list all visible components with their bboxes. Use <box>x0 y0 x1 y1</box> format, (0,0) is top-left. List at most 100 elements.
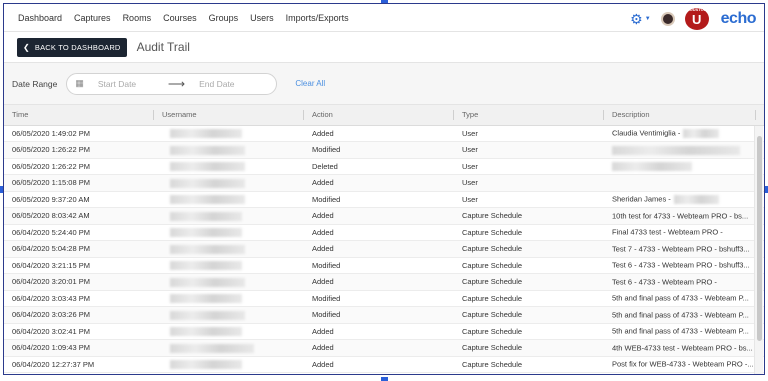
nav-captures[interactable]: Captures <box>74 13 111 23</box>
page-title: Audit Trail <box>136 40 190 54</box>
redacted-username <box>170 327 242 336</box>
cell-description <box>604 158 764 175</box>
column-header-username[interactable]: Username <box>154 105 304 126</box>
university-logo-letter: U <box>691 11 702 27</box>
back-to-dashboard-label: BACK TO DASHBOARD <box>34 42 121 52</box>
description-text: Test 6 - 4733 - Webteam PRO - bshuff3... <box>612 261 750 270</box>
description-text: 5th and final pass of 4733 - Webteam P..… <box>612 327 749 336</box>
cell-type: Capture Schedule <box>454 273 604 291</box>
column-header-description-label: Description <box>612 110 650 120</box>
table-row[interactable]: 06/05/2020 8:03:42 AM Added Capture Schedu… <box>4 207 764 225</box>
cell-time: 06/05/2020 1:26:22 PM <box>4 141 154 159</box>
nav-groups[interactable]: Groups <box>209 13 239 23</box>
table-row[interactable]: 06/04/2020 3:03:26 PM Modified Capture Sch… <box>4 306 764 324</box>
description-text: 5th and final pass of 4733 - Webteam P..… <box>612 294 749 303</box>
cell-action: Added <box>304 207 454 225</box>
table-row[interactable]: 06/04/2020 5:24:40 PM Added Capture Schedu… <box>4 224 764 241</box>
chevron-down-icon[interactable]: ▼ <box>645 16 651 22</box>
cell-description: Test 6 - 4733 - Webteam PRO - bshuff3... <box>604 257 764 274</box>
redacted-username <box>170 195 245 204</box>
cell-description: Post fix for WEB-4733 - Webteam PRO -... <box>604 356 764 373</box>
nav-courses[interactable]: Courses <box>163 13 197 23</box>
description-text: 10th test for 4733 - Webteam PRO - bs... <box>612 211 749 221</box>
cell-time: 06/04/2020 3:20:01 PM <box>4 273 154 291</box>
cell-type: User <box>454 141 604 159</box>
redacted-username <box>170 178 245 188</box>
nav-rooms[interactable]: Rooms <box>123 13 152 23</box>
echo-logo[interactable]: echo <box>721 10 757 28</box>
date-range-picker[interactable]: ▦ Start Date ⟶ End Date <box>66 72 278 95</box>
cell-time: 06/05/2020 1:26:22 PM <box>4 158 154 175</box>
scrollbar-thumb[interactable] <box>757 136 762 341</box>
description-text: Final 4733 test - Webteam PRO - <box>612 228 723 237</box>
cell-username <box>154 290 304 307</box>
redacted-username <box>170 310 245 320</box>
cell-username <box>154 339 304 357</box>
column-header-type[interactable]: Type <box>454 105 604 126</box>
cell-action: Modified <box>304 141 454 159</box>
table-row[interactable]: 06/04/2020 3:03:43 PM Modified Capture Sch… <box>4 290 764 307</box>
table-row[interactable]: 06/04/2020 1:09:43 PM Added Capture Schedu… <box>4 339 764 357</box>
cell-type: Capture Schedule <box>454 240 604 258</box>
cell-action: Modified <box>304 290 454 307</box>
avatar[interactable] <box>660 12 675 26</box>
description-text: Post fix for WEB-4733 - Webteam PRO -... <box>612 360 754 369</box>
cell-description: 5th and final pass of 4733 - Webteam P..… <box>604 290 764 307</box>
table-row[interactable]: 06/04/2020 5:04:28 PM Added Capture Schedu… <box>4 240 764 258</box>
redacted-username <box>170 145 245 155</box>
start-date-input[interactable]: Start Date <box>98 79 168 89</box>
table-row[interactable]: 06/04/2020 3:02:41 PM Added Capture Schedu… <box>4 323 764 340</box>
gear-icon[interactable]: ⚙ <box>630 11 643 28</box>
table-row[interactable]: 06/05/2020 1:15:08 PM Added User <box>4 174 764 192</box>
cell-time: 06/04/2020 3:02:41 PM <box>4 323 154 340</box>
column-header-description[interactable]: Description <box>604 105 764 126</box>
table-row[interactable]: 06/05/2020 1:49:02 PM Added User Claudia Ve… <box>4 125 764 142</box>
redacted-description <box>673 195 719 204</box>
cell-action: Added <box>304 240 454 258</box>
chevron-left-icon: ❮ <box>23 42 30 52</box>
cell-time: 06/05/2020 1:49:02 PM <box>4 125 154 142</box>
cell-username <box>154 158 304 175</box>
redacted-description <box>612 145 740 155</box>
cell-description: 4th WEB-4733 test - Webteam PRO - bs... <box>604 339 764 357</box>
back-to-dashboard-button[interactable]: ❮ BACK TO DASHBOARD <box>17 37 127 57</box>
cell-time: 06/04/2020 1:09:43 PM <box>4 339 154 357</box>
nav-imports-exports[interactable]: Imports/Exports <box>286 13 349 23</box>
nav-users[interactable]: Users <box>250 13 274 23</box>
cell-action: Deleted <box>304 158 454 175</box>
table-row[interactable]: 06/04/2020 3:21:15 PM Modified Capture Sch… <box>4 257 764 274</box>
calendar-icon[interactable]: ▦ <box>75 78 84 89</box>
redacted-description <box>612 162 692 171</box>
cell-username <box>154 240 304 258</box>
cell-description <box>604 141 764 159</box>
vertical-scrollbar[interactable] <box>754 126 763 374</box>
description-text: Sheridan James - <box>612 195 671 204</box>
cell-description: 5th and final pass of 4733 - Webteam P..… <box>604 306 764 324</box>
selection-handle-bottom <box>381 377 388 381</box>
table-row[interactable]: 06/05/2020 1:26:22 PM Modified User <box>4 141 764 159</box>
cell-action: Added <box>304 224 454 241</box>
description-text: 5th and final pass of 4733 - Webteam P..… <box>612 310 749 320</box>
cell-username <box>154 323 304 340</box>
column-header-time[interactable]: Time <box>4 105 154 126</box>
date-range-label: Date Range <box>12 78 58 89</box>
cell-username <box>154 306 304 324</box>
table-row[interactable]: 06/05/2020 9:37:20 AM Modified User Sherida… <box>4 191 764 208</box>
table-row[interactable]: 06/05/2020 1:26:22 PM Deleted User <box>4 158 764 175</box>
column-header-action[interactable]: Action <box>304 105 454 126</box>
redacted-username <box>170 129 242 138</box>
column-header-action-label: Action <box>312 110 333 120</box>
table-row[interactable]: 06/04/2020 3:20:01 PM Added Capture Schedu… <box>4 273 764 291</box>
cell-type: Capture Schedule <box>454 290 604 307</box>
table-row[interactable]: 06/04/2020 12:27:37 PM Added Capture Sched… <box>4 356 764 373</box>
nav-dashboard[interactable]: Dashboard <box>18 13 62 23</box>
clear-all-link[interactable]: Clear All <box>295 79 325 88</box>
cell-description: Sheridan James - <box>604 191 764 208</box>
end-date-input[interactable]: End Date <box>199 79 269 89</box>
redacted-username <box>170 277 245 287</box>
cell-type: Capture Schedule <box>454 306 604 324</box>
redacted-username <box>170 360 242 369</box>
cell-action: Added <box>304 125 454 142</box>
cell-username <box>154 356 304 373</box>
app-window: Dashboard Captures Rooms Courses Groups … <box>3 3 765 375</box>
